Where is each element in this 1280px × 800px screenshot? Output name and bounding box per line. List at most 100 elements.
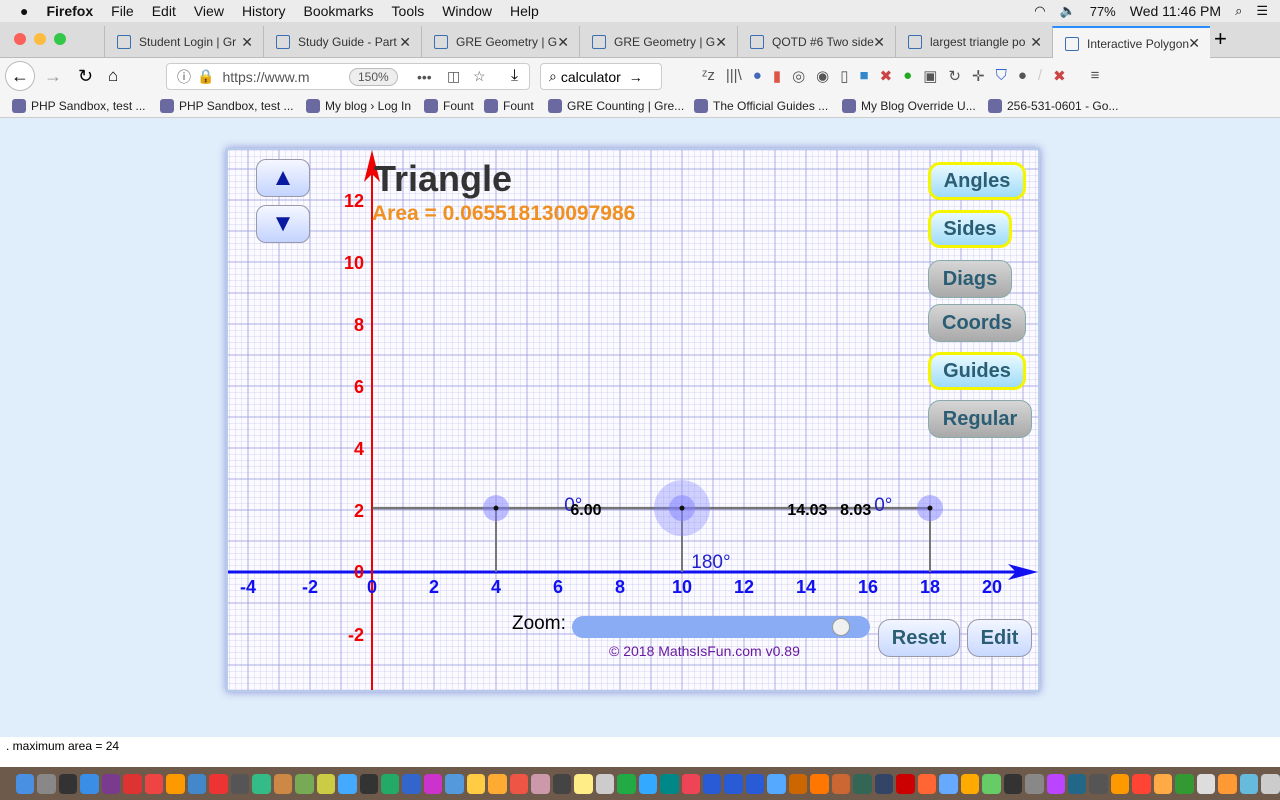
zoom-level[interactable]: 150% (349, 67, 398, 86)
dock-app-icon[interactable] (1025, 773, 1044, 794)
close-window-button[interactable] (14, 33, 26, 45)
dock-app-icon[interactable] (874, 773, 894, 794)
menu-bookmarks[interactable]: Bookmarks (304, 3, 374, 19)
dock-app-icon[interactable] (1239, 773, 1259, 794)
search-text[interactable]: calculator (561, 69, 621, 85)
dock-app-icon[interactable] (1196, 773, 1216, 794)
minimize-window-button[interactable] (34, 33, 46, 45)
reset-button[interactable]: Reset (878, 619, 960, 657)
adblock-icon[interactable]: ◉ (816, 67, 829, 85)
coords-toggle-button[interactable]: Coords (928, 304, 1026, 342)
dock-app-icon[interactable] (273, 773, 293, 794)
dock-app-icon[interactable] (402, 773, 421, 794)
url-bar[interactable]: ⓘ 🔒 https://www.m 150% ••• ◫ ☆ (166, 63, 530, 90)
dock-app-icon[interactable] (1067, 773, 1087, 794)
bookmark-item[interactable]: PHP Sandbox, test ... (12, 99, 146, 113)
dock-app-icon[interactable] (316, 773, 336, 794)
dock-app-icon[interactable] (1046, 773, 1065, 794)
dock-app-icon[interactable] (488, 773, 507, 794)
menu-view[interactable]: View (194, 3, 224, 19)
back-button[interactable]: ← (5, 61, 35, 91)
bookmark-item[interactable]: 256-531-0601 - Go... (988, 99, 1118, 113)
dock-app-icon[interactable] (1110, 773, 1130, 794)
dock-app-icon[interactable] (745, 773, 765, 794)
bookmark-item[interactable]: My Blog Override U... (842, 99, 976, 113)
tab-1[interactable]: Study Guide - Part ✕ (263, 26, 421, 58)
home-button[interactable]: ⌂ (108, 66, 118, 86)
close-tab-icon[interactable]: ✕ (241, 34, 253, 51)
reload-button[interactable]: ↻ (78, 66, 93, 87)
dock-app-icon[interactable] (767, 773, 786, 794)
url-text[interactable]: https://www.m (222, 69, 309, 85)
sides-toggle-button[interactable]: Sides (928, 210, 1012, 248)
dock-app-icon[interactable] (638, 773, 658, 794)
menu-file[interactable]: File (111, 3, 134, 19)
diags-toggle-button[interactable]: Diags (928, 260, 1012, 298)
zoom-slider[interactable] (572, 616, 870, 638)
snooze-icon[interactable]: ᶻz (702, 67, 715, 85)
dock-app-icon[interactable] (595, 773, 615, 794)
dock-app-icon[interactable] (1175, 773, 1194, 794)
dock-app-icon[interactable] (831, 773, 851, 794)
dock-app-icon[interactable] (617, 773, 636, 794)
dock-app-icon[interactable] (1218, 773, 1237, 794)
menu-help[interactable]: Help (510, 3, 539, 19)
dock-app-icon[interactable] (101, 773, 121, 794)
close-tab-icon[interactable]: ✕ (557, 34, 569, 51)
sync-icon[interactable]: ↻ (948, 67, 961, 85)
search-bar[interactable]: ⌕ calculator → (540, 63, 662, 90)
bookmark-item[interactable]: The Official Guides ... (694, 99, 828, 113)
close-tab-icon[interactable]: ✕ (1030, 34, 1042, 51)
pen-icon[interactable]: / (1038, 67, 1042, 85)
extension-s-icon[interactable]: ■ (860, 67, 869, 85)
downloads-icon[interactable]: ⤓ (511, 67, 518, 85)
tab-6[interactable]: Interactive Polygon ✕ (1052, 26, 1210, 59)
image-icon[interactable]: ▣ (923, 67, 937, 85)
tab-2[interactable]: GRE Geometry | G ✕ (421, 26, 579, 58)
menu-tools[interactable]: Tools (392, 3, 425, 19)
dock-app-icon[interactable] (703, 773, 722, 794)
polygon-app[interactable]: -4 -2 0 2 4 6 8 10 12 14 16 18 20 -2 2 4 6 8 10 12 0 0° 180° 0°… (226, 148, 1040, 692)
dock-app-icon[interactable] (123, 773, 142, 794)
bookmark-item[interactable]: Fount (484, 99, 534, 113)
dock-app-icon[interactable] (187, 773, 207, 794)
dock-app-icon[interactable] (252, 773, 271, 794)
bookmark-item[interactable]: My blog › Log In (306, 99, 411, 113)
dock-app-icon[interactable] (853, 773, 872, 794)
angles-toggle-button[interactable]: Angles (928, 162, 1026, 200)
pocket-icon[interactable]: ◫ (447, 68, 460, 85)
dock-app-icon[interactable] (144, 773, 164, 794)
bookmark-star-icon[interactable]: ☆ (473, 68, 486, 85)
dock-app-icon[interactable] (209, 773, 228, 794)
menu-icon[interactable]: ≡ (1091, 67, 1100, 85)
volume-icon[interactable]: 🔈 (1060, 3, 1076, 19)
dock-app-icon[interactable] (552, 773, 572, 794)
edit-button[interactable]: Edit (967, 619, 1032, 657)
dock-app-icon[interactable] (509, 773, 529, 794)
battery-text[interactable]: 77% (1090, 4, 1116, 19)
spotlight-icon[interactable]: ⌕ (1235, 3, 1242, 19)
dock-app-icon[interactable] (466, 773, 486, 794)
tab-3[interactable]: GRE Geometry | G ✕ (579, 26, 737, 58)
graph-canvas[interactable]: -4 -2 0 2 4 6 8 10 12 14 16 18 20-22468101200°180°0°… (228, 150, 1038, 690)
dock-app-icon[interactable] (896, 773, 915, 794)
dock-app-icon[interactable] (660, 773, 679, 794)
menu-edit[interactable]: Edit (152, 3, 176, 19)
dock-app-icon[interactable] (295, 773, 314, 794)
zoom-slider-thumb[interactable] (832, 618, 850, 636)
tab-4[interactable]: QOTD #6 Two side ✕ (737, 26, 895, 58)
info-icon[interactable]: ⓘ (177, 67, 191, 87)
dock-app-icon[interactable] (166, 773, 185, 794)
wifi-icon[interactable]: ◠ (1034, 3, 1045, 19)
extension-b-icon[interactable]: ● (903, 67, 912, 85)
move-icon[interactable]: ✛ (972, 67, 985, 85)
shield-icon[interactable]: ⛉ (996, 67, 1007, 85)
new-tab-button[interactable]: + (1214, 26, 1227, 52)
dock-app-icon[interactable] (788, 773, 808, 794)
dock-app-icon[interactable] (58, 773, 78, 794)
tab-0[interactable]: Student Login | Gr ✕ (104, 26, 263, 58)
dock-app-icon[interactable] (939, 773, 958, 794)
close-tab-icon[interactable]: ✕ (873, 34, 885, 51)
dock-app-icon[interactable] (338, 773, 357, 794)
menu-window[interactable]: Window (442, 3, 492, 19)
